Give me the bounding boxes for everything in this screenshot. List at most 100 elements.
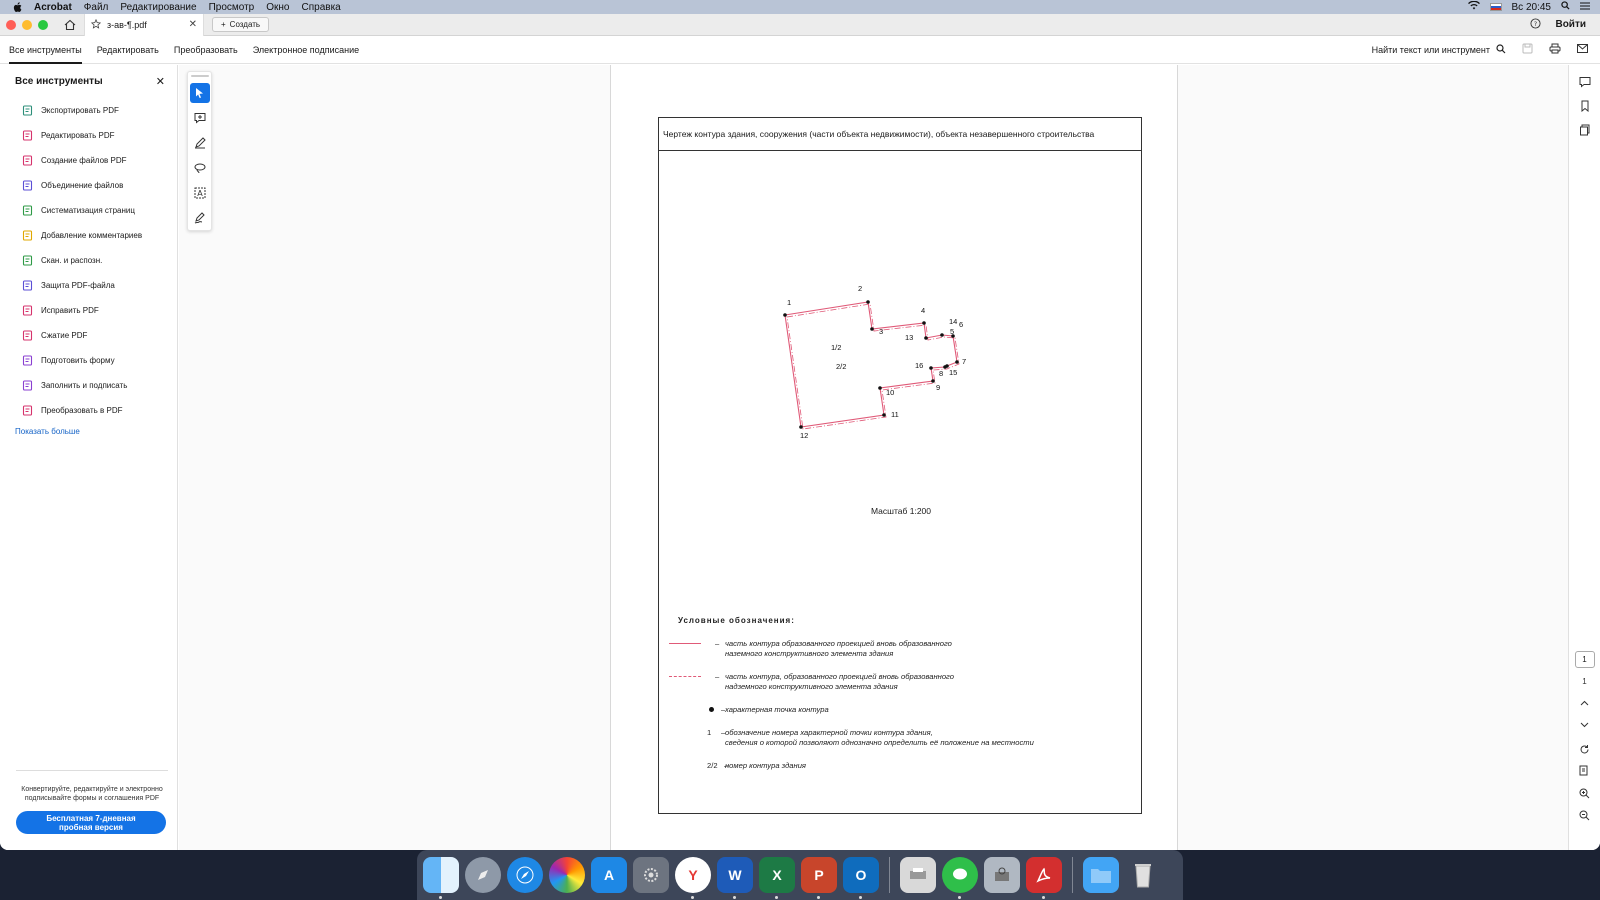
tool-item[interactable]: Экспортировать PDF <box>0 98 177 123</box>
app-store-icon[interactable]: A <box>591 857 627 893</box>
sign-in-button[interactable]: Войти <box>1555 19 1586 30</box>
menu-help[interactable]: Справка <box>302 2 341 13</box>
free-trial-button[interactable]: Бесплатная 7-дневная пробная версия <box>16 811 166 834</box>
save-icon[interactable] <box>1522 43 1533 56</box>
photos-icon[interactable] <box>549 857 585 893</box>
tool-item[interactable]: Создание файлов PDF <box>0 148 177 173</box>
email-icon[interactable] <box>1577 44 1588 55</box>
tab-all-tools[interactable]: Все инструменты <box>9 36 82 64</box>
comment-icon <box>22 230 33 241</box>
tool-item[interactable]: Защита PDF-файла <box>0 273 177 298</box>
system-settings-icon[interactable] <box>633 857 669 893</box>
finder-icon[interactable] <box>423 857 459 899</box>
document-tab[interactable]: з-ав-¶.pdf ✕ <box>84 14 204 36</box>
outlook-icon[interactable]: O <box>843 857 879 899</box>
tool-item-label: Добавление комментариев <box>41 231 143 240</box>
tool-item[interactable]: Сжатие PDF <box>0 323 177 348</box>
word-icon[interactable]: W <box>717 857 753 899</box>
add-text-button[interactable]: A <box>190 183 210 203</box>
point-symbol <box>709 707 714 712</box>
scale-label: Масштаб 1:200 <box>871 506 931 516</box>
contour-point <box>870 327 874 331</box>
tool-item[interactable]: Подготовить форму <box>0 348 177 373</box>
tool-item-label: Скан. и распозн. <box>41 256 103 265</box>
tool-item[interactable]: Систематизация страниц <box>0 198 177 223</box>
tool-item[interactable]: Преобразовать в PDF <box>0 398 177 423</box>
zoom-out-icon[interactable] <box>1575 806 1595 824</box>
drag-handle[interactable] <box>190 75 209 77</box>
tool-item[interactable]: Скан. и распозн. <box>0 248 177 273</box>
menu-edit[interactable]: Редактирование <box>120 2 196 13</box>
read-aloud-icon[interactable] <box>1575 762 1595 780</box>
launchpad-icon[interactable] <box>465 857 501 893</box>
tool-item[interactable]: Исправить PDF <box>0 298 177 323</box>
tool-item[interactable]: Объединение файлов <box>0 173 177 198</box>
select-tool-button[interactable] <box>189 83 210 103</box>
previous-page-icon[interactable] <box>1575 694 1595 712</box>
pages-thumbnails-icon[interactable] <box>1575 121 1595 139</box>
create-button[interactable]: + Создать <box>212 17 270 32</box>
disk-utility-icon[interactable] <box>984 857 1020 893</box>
document-viewer[interactable]: Чертеж контура здания, сооружения (части… <box>179 65 1568 850</box>
contour-point <box>924 336 928 340</box>
spotlight-search-icon[interactable] <box>1561 1 1570 13</box>
menu-window[interactable]: Окно <box>266 2 289 13</box>
find-tool-search[interactable]: Найти текст или инструмент <box>1372 43 1506 56</box>
add-comment-button[interactable] <box>190 108 210 128</box>
yandex-browser-icon[interactable]: Y <box>675 857 711 899</box>
rotate-icon[interactable] <box>1575 740 1595 758</box>
svg-text:A: A <box>197 189 203 198</box>
contour-point <box>878 386 882 390</box>
control-center-icon[interactable] <box>1580 2 1590 13</box>
messages-icon[interactable] <box>942 857 978 899</box>
menu-view[interactable]: Просмотр <box>209 2 255 13</box>
print-icon[interactable] <box>1549 43 1561 56</box>
draw-tool-button[interactable] <box>190 133 210 153</box>
input-language-flag-icon[interactable] <box>1489 3 1502 11</box>
current-page-input[interactable]: 1 <box>1574 651 1595 668</box>
pdf-page[interactable]: Чертеж контура здания, сооружения (части… <box>610 65 1178 850</box>
minimize-window-button[interactable] <box>22 19 32 30</box>
tool-item[interactable]: Добавление комментариев <box>0 223 177 248</box>
help-icon[interactable]: ? <box>1530 17 1542 32</box>
trash-icon[interactable] <box>1125 857 1161 893</box>
show-more-link[interactable]: Показать больше <box>15 427 177 436</box>
wifi-icon[interactable] <box>1467 0 1480 13</box>
contour-point <box>882 413 886 417</box>
tool-item[interactable]: Редактировать PDF <box>0 123 177 148</box>
point-number-label: 3 <box>879 327 883 336</box>
next-page-icon[interactable] <box>1575 716 1595 734</box>
close-tab-icon[interactable]: ✕ <box>189 19 197 30</box>
tool-item[interactable]: Заполнить и подписать <box>0 373 177 398</box>
clock[interactable]: Вс 20:45 <box>1512 2 1551 13</box>
bookmarks-icon[interactable] <box>1575 97 1595 115</box>
close-panel-icon[interactable]: ✕ <box>156 75 165 88</box>
point-number-label: 1 <box>787 298 791 307</box>
point-number-label: 5 <box>950 327 954 336</box>
powerpoint-icon[interactable]: P <box>801 857 837 899</box>
home-icon[interactable] <box>62 17 78 33</box>
menu-file[interactable]: Файл <box>84 2 109 13</box>
zoom-in-icon[interactable] <box>1575 784 1595 802</box>
tab-convert[interactable]: Преобразовать <box>174 36 238 64</box>
comments-panel-icon[interactable] <box>1575 73 1595 91</box>
excel-icon[interactable]: X <box>759 857 795 899</box>
tool-item-label: Создание файлов PDF <box>41 156 127 165</box>
safari-icon[interactable] <box>507 857 543 893</box>
sign-tool-button[interactable] <box>190 208 210 228</box>
lasso-tool-button[interactable] <box>190 158 210 178</box>
right-rail: 1 1 <box>1568 65 1600 850</box>
tab-edit[interactable]: Редактировать <box>97 36 159 64</box>
apple-icon[interactable] <box>12 1 24 13</box>
close-window-button[interactable] <box>6 19 16 30</box>
star-icon[interactable] <box>90 18 102 31</box>
tab-e-sign[interactable]: Электронное подписание <box>253 36 359 64</box>
menu-app-name[interactable]: Acrobat <box>34 2 72 13</box>
folder-icon[interactable] <box>1083 857 1119 893</box>
solid-line-symbol <box>669 643 701 644</box>
tool-item-label: Защита PDF-файла <box>41 281 115 290</box>
printer-queue-icon[interactable] <box>900 857 936 893</box>
acrobat-icon[interactable] <box>1026 857 1062 899</box>
zoom-window-button[interactable] <box>38 19 48 30</box>
create-pdf-icon <box>22 155 33 166</box>
